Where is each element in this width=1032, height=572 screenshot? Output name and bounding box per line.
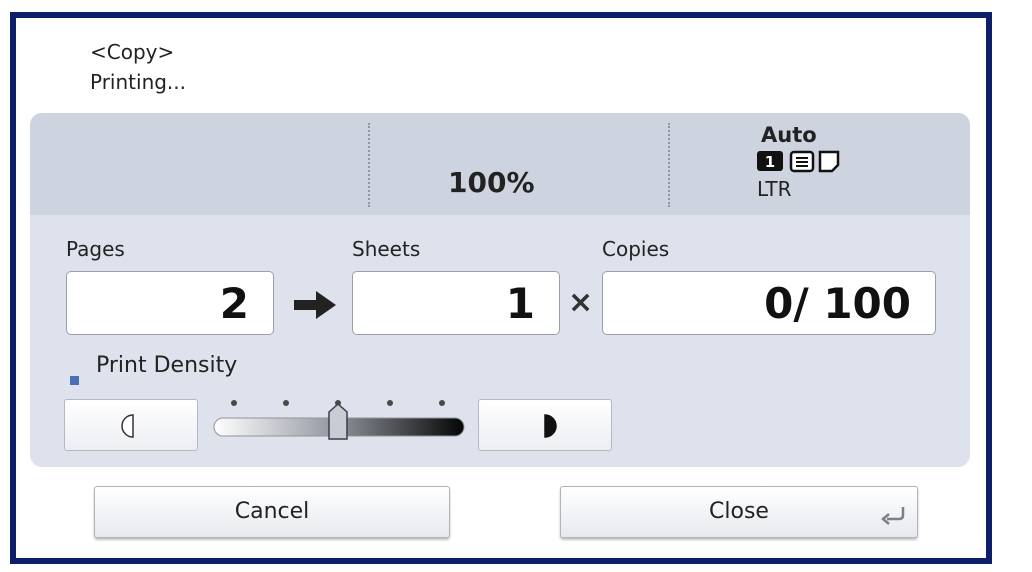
density-slider[interactable] bbox=[212, 395, 468, 451]
times-icon: × bbox=[568, 285, 594, 320]
divider bbox=[368, 123, 370, 207]
paper-size: LTR bbox=[757, 177, 792, 201]
divider bbox=[668, 123, 670, 207]
print-density-label: Print Density bbox=[96, 353, 238, 378]
sheets-label: Sheets bbox=[352, 237, 421, 261]
density-lighter-button[interactable] bbox=[64, 399, 198, 451]
svg-text:1: 1 bbox=[765, 153, 775, 171]
copy-status-dialog: <Copy> Printing... 100% Auto 1 LTR Pages… bbox=[10, 12, 992, 564]
right-arrow-icon bbox=[294, 291, 336, 319]
settings-panel: 100% Auto 1 LTR Pages 2 Sheets 1 × Copie… bbox=[30, 113, 970, 467]
print-status: Printing... bbox=[90, 70, 187, 94]
paper-source: Auto bbox=[761, 123, 817, 147]
copy-ratio: 100% bbox=[448, 166, 535, 199]
cancel-button-label: Cancel bbox=[234, 499, 310, 524]
half-circle-light-icon bbox=[121, 414, 134, 438]
copies-count: 0/ 100 bbox=[602, 271, 936, 335]
copies-label: Copies bbox=[602, 237, 670, 261]
close-button[interactable]: Close bbox=[560, 486, 918, 538]
close-button-label: Close bbox=[709, 499, 769, 524]
paper-stack-icon bbox=[789, 150, 815, 173]
density-darker-button[interactable] bbox=[478, 399, 612, 451]
paper-sheet-icon bbox=[818, 150, 840, 173]
sheets-count: 1 bbox=[352, 271, 560, 335]
pages-label: Pages bbox=[66, 237, 125, 261]
pages-count: 2 bbox=[66, 271, 274, 335]
mode-title: <Copy> bbox=[90, 40, 175, 64]
enter-icon bbox=[881, 507, 905, 525]
slider-thumb[interactable] bbox=[328, 402, 348, 440]
info-bar: 100% Auto 1 LTR bbox=[30, 113, 970, 215]
tray-1-icon: 1 bbox=[757, 151, 783, 171]
half-circle-dark-icon bbox=[544, 414, 557, 438]
cancel-button[interactable]: Cancel bbox=[94, 486, 450, 538]
paper-icons: 1 bbox=[757, 149, 857, 173]
bullet-icon bbox=[70, 376, 79, 385]
